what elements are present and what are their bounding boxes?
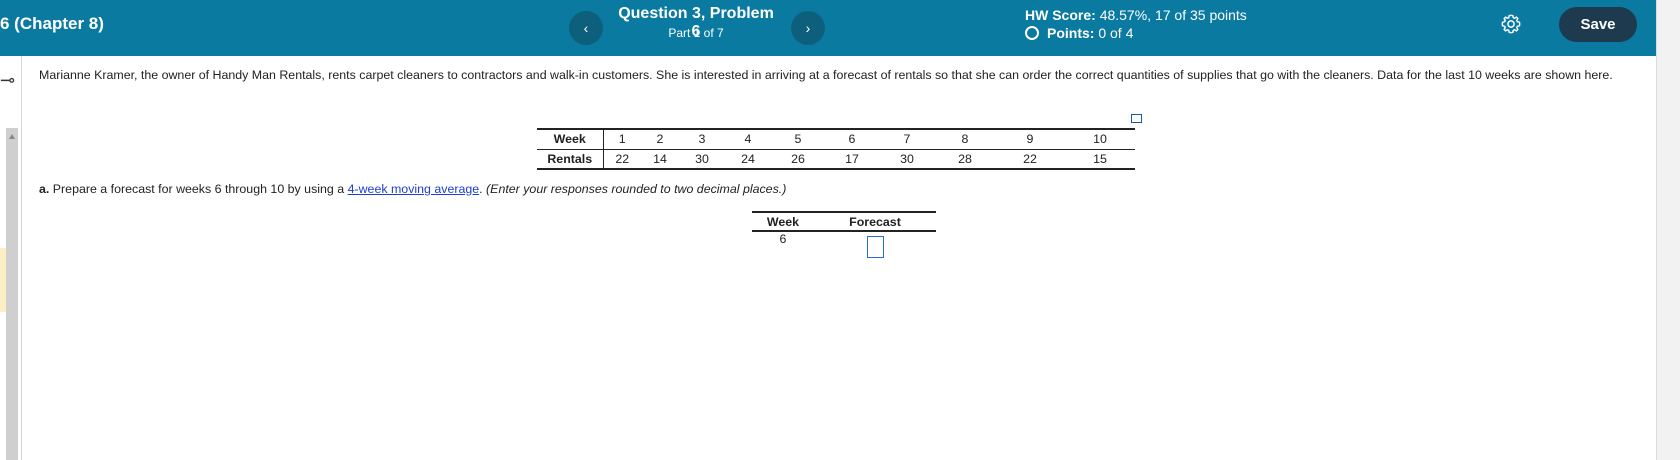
rentals-cell: 22 — [1023, 151, 1037, 166]
rentals-cell: 30 — [900, 151, 914, 166]
chevron-right-icon: › — [805, 20, 811, 36]
next-question-button[interactable]: › — [791, 11, 825, 45]
forecast-answer-cell — [814, 231, 936, 261]
scrollbar[interactable] — [6, 128, 18, 460]
forecast-table: Week Forecast 6 — [752, 211, 936, 261]
question-part: Part 1 of 7 — [668, 26, 724, 40]
moving-average-link[interactable]: 4-week moving average — [348, 182, 480, 196]
save-button[interactable]: Save — [1559, 7, 1637, 42]
points: Points: 0 of 4 — [1025, 25, 1133, 41]
week-cell: 9 — [995, 129, 1065, 150]
rentals-cell: 24 — [741, 151, 755, 166]
hw-score-label: HW Score: — [1025, 7, 1096, 23]
right-scroll-area[interactable] — [1656, 0, 1680, 460]
chevron-left-icon: ‹ — [583, 20, 589, 36]
forecast-row: 6 — [752, 231, 936, 261]
points-value: 0 of 4 — [1098, 25, 1134, 41]
week-cell: 1 — [603, 129, 641, 150]
rentals-cell: 14 — [653, 151, 667, 166]
left-panel: ⊸ — [0, 56, 22, 460]
rentals-cell: 17 — [845, 151, 859, 166]
rentals-cell: 30 — [695, 151, 709, 166]
assignment-title: 6 (Chapter 8) — [0, 14, 104, 33]
copy-data-icon[interactable] — [1131, 114, 1142, 123]
points-label: Points: — [1047, 25, 1095, 41]
week-cell: 4 — [725, 129, 771, 150]
collapse-arrow-icon[interactable]: ⊸ — [0, 70, 15, 91]
row-label-rentals: Rentals — [537, 149, 604, 169]
row-label-week: Week — [537, 129, 604, 150]
week-cell: 2 — [641, 129, 679, 150]
part-a-letter: a. — [39, 182, 50, 196]
previous-question-button[interactable]: ‹ — [569, 11, 603, 45]
week-row: Week 1 2 3 4 5 6 7 8 9 10 — [537, 129, 1135, 150]
hw-score: HW Score: 48.57%, 17 of 35 points — [1025, 7, 1247, 23]
problem-intro: Marianne Kramer, the owner of Handy Man … — [39, 68, 1613, 82]
week-cell: 7 — [879, 129, 935, 150]
part-a-text: Prepare a forecast for weeks 6 through 1… — [49, 182, 348, 196]
scroll-up-icon[interactable] — [9, 134, 15, 139]
rentals-cell: 26 — [791, 151, 805, 166]
rentals-cell: 22 — [615, 151, 630, 166]
rentals-data-table: Week 1 2 3 4 5 6 7 8 9 10 Rentals 22 14 … — [537, 128, 1135, 170]
part-a-instruction: (Enter your responses rounded to two dec… — [482, 182, 787, 196]
forecast-header-week: Week — [752, 212, 814, 232]
week-cell: 10 — [1065, 129, 1135, 150]
rentals-cell: 28 — [958, 151, 972, 166]
forecast-answer-input[interactable] — [866, 236, 884, 258]
forecast-week-cell: 6 — [779, 232, 787, 246]
gear-icon[interactable] — [1500, 13, 1522, 35]
hw-score-value: 48.57%, 17 of 35 points — [1099, 7, 1247, 23]
week-cell: 8 — [935, 129, 995, 150]
rentals-cell: 15 — [1093, 151, 1107, 166]
top-bar: 6 (Chapter 8) ‹ Question 3, Problem 6 Pa… — [0, 0, 1656, 56]
forecast-header-forecast: Forecast — [814, 212, 936, 232]
rentals-row: Rentals 22 14 30 24 26 17 30 28 22 15 — [537, 149, 1135, 169]
week-cell: 5 — [771, 129, 825, 150]
forecast-header-row: Week Forecast — [752, 212, 936, 232]
points-status-icon — [1025, 26, 1039, 40]
week-cell: 6 — [825, 129, 879, 150]
week-cell: 3 — [679, 129, 725, 150]
part-a-question: a. Prepare a forecast for weeks 6 throug… — [39, 182, 786, 196]
